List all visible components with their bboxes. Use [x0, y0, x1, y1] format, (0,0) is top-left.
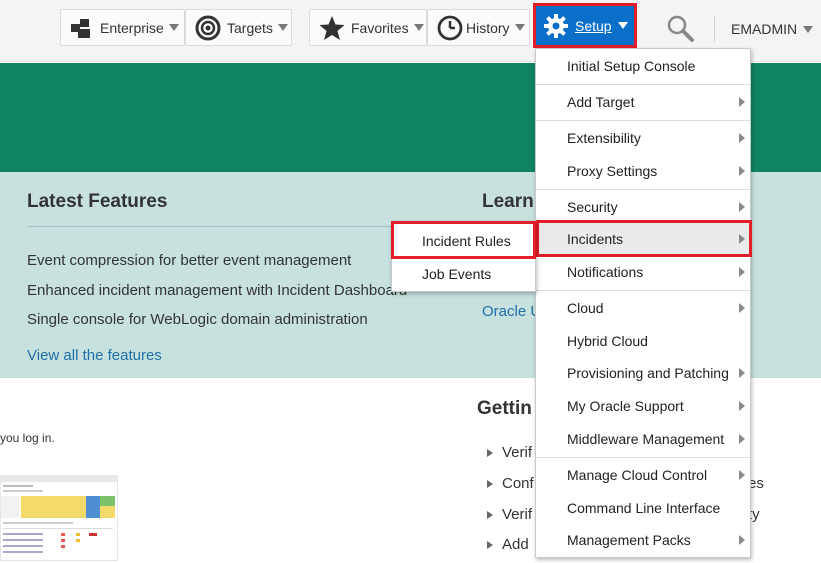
triangle-right-icon: [487, 540, 493, 549]
triangle-right-icon: [487, 448, 493, 457]
list-item-label: Verif: [502, 444, 533, 461]
menu-item-hybrid-cloud[interactable]: Hybrid Cloud: [536, 325, 750, 357]
menu-item-management-packs[interactable]: Management Packs: [536, 524, 750, 556]
chevron-down-icon: [617, 22, 628, 29]
menu-item-proxy-settings[interactable]: Proxy Settings: [536, 155, 750, 187]
search-icon[interactable]: [666, 14, 694, 47]
favorites-menu-button[interactable]: Favorites: [309, 9, 427, 46]
enterprise-blocks-icon: [70, 17, 94, 39]
username-label: EMADMIN: [731, 21, 798, 37]
menu-item-provisioning-and-patching[interactable]: Provisioning and Patching: [536, 357, 750, 389]
triangle-right-icon: [487, 479, 493, 488]
menu-separator: [536, 189, 750, 190]
star-icon: [319, 15, 345, 41]
chevron-down-icon: [514, 24, 525, 31]
chevron-right-icon: [739, 368, 745, 378]
list-item[interactable]: Verif: [487, 444, 532, 461]
incidents-highlight-box: [536, 220, 752, 257]
chevron-right-icon: [739, 202, 745, 212]
chevron-right-icon: [739, 434, 745, 444]
chevron-right-icon: [739, 535, 745, 545]
view-all-features-link[interactable]: View all the features: [27, 347, 162, 364]
list-item-label: Add: [502, 536, 529, 553]
menu-item-notifications[interactable]: Notifications: [536, 256, 750, 288]
menu-item-label: Cloud: [567, 300, 604, 316]
target-icon: [195, 15, 221, 41]
menu-separator: [536, 457, 750, 458]
list-item-label: Verif: [502, 506, 533, 523]
targets-label: Targets: [227, 19, 273, 36]
menu-item-my-oracle-support[interactable]: My Oracle Support: [536, 390, 750, 422]
chevron-right-icon: [739, 401, 745, 411]
oracle-university-link[interactable]: Oracle U: [482, 303, 541, 320]
dashboard-thumbnail: [0, 475, 118, 561]
history-menu-button[interactable]: History: [427, 9, 530, 46]
header-divider: [714, 16, 715, 42]
submenu-item-label: Job Events: [422, 266, 492, 282]
menu-item-label: Initial Setup Console: [567, 58, 696, 74]
chevron-down-icon: [277, 24, 288, 31]
menu-item-label: Extensibility: [567, 130, 641, 146]
menu-item-label: Provisioning and Patching: [567, 365, 729, 381]
learn-heading: Learn: [482, 191, 534, 212]
chevron-right-icon: [739, 97, 745, 107]
menu-item-label: Command Line Interface: [567, 500, 721, 516]
menu-item-manage-cloud-control[interactable]: Manage Cloud Control: [536, 459, 750, 491]
chevron-down-icon: [803, 25, 814, 33]
submenu-item-job-events[interactable]: Job Events: [392, 257, 535, 291]
latest-features-heading: Latest Features: [27, 191, 168, 212]
menu-item-extensibility[interactable]: Extensibility: [536, 122, 750, 154]
gear-icon: [543, 13, 569, 39]
list-item[interactable]: Verif: [487, 506, 532, 523]
login-text: you log in.: [0, 431, 55, 445]
menu-item-label: Proxy Settings: [567, 163, 658, 179]
list-item[interactable]: Add: [487, 536, 529, 553]
menu-item-label: Add Target: [567, 94, 635, 110]
menu-item-label: Manage Cloud Control: [567, 467, 708, 483]
feature-item: Event compression for better event manag…: [27, 252, 352, 269]
menu-item-label: My Oracle Support: [567, 398, 684, 414]
setup-label: Setup: [575, 17, 612, 34]
chevron-right-icon: [739, 166, 745, 176]
menu-item-label: Security: [567, 199, 618, 215]
chevron-right-icon: [739, 470, 745, 480]
setup-menu-button[interactable]: Setup: [533, 3, 637, 48]
menu-item-label: Management Packs: [567, 532, 691, 548]
menu-item-add-target[interactable]: Add Target: [536, 86, 750, 118]
enterprise-label: Enterprise: [100, 19, 164, 36]
chevron-right-icon: [739, 133, 745, 143]
menu-item-cloud[interactable]: Cloud: [536, 292, 750, 324]
incident-rules-highlight-box: [391, 221, 536, 259]
favorites-label: Favorites: [351, 19, 409, 36]
menu-item-label: Notifications: [567, 264, 644, 280]
menu-separator: [536, 290, 750, 291]
chevron-down-icon: [413, 24, 424, 31]
user-menu-button[interactable]: EMADMIN: [731, 21, 814, 37]
menu-item-security[interactable]: Security: [536, 191, 750, 223]
enterprise-menu-button[interactable]: Enterprise: [60, 9, 185, 46]
triangle-right-icon: [487, 510, 493, 519]
chevron-down-icon: [168, 24, 179, 31]
menu-separator: [536, 120, 750, 121]
clock-icon: [437, 15, 463, 41]
menu-item-label: Hybrid Cloud: [567, 333, 648, 349]
menu-item-initial-setup-console[interactable]: Initial Setup Console: [536, 50, 750, 82]
menu-item-middleware-management[interactable]: Middleware Management: [536, 423, 750, 455]
list-item-label: Conf: [502, 475, 534, 492]
history-label: History: [466, 19, 510, 36]
chevron-right-icon: [739, 303, 745, 313]
menu-item-label: Middleware Management: [567, 431, 725, 447]
menu-item-command-line-interface[interactable]: Command Line Interface: [536, 492, 750, 524]
menu-separator: [536, 84, 750, 85]
feature-item: Enhanced incident management with Incide…: [27, 282, 408, 299]
getting-started-heading: Gettin: [477, 398, 532, 419]
chevron-right-icon: [739, 267, 745, 277]
feature-item: Single console for WebLogic domain admin…: [27, 311, 368, 328]
list-item[interactable]: Conf: [487, 475, 534, 492]
targets-menu-button[interactable]: Targets: [185, 9, 292, 46]
setup-dropdown-menu: Initial Setup Console Add Target Extensi…: [535, 48, 751, 558]
